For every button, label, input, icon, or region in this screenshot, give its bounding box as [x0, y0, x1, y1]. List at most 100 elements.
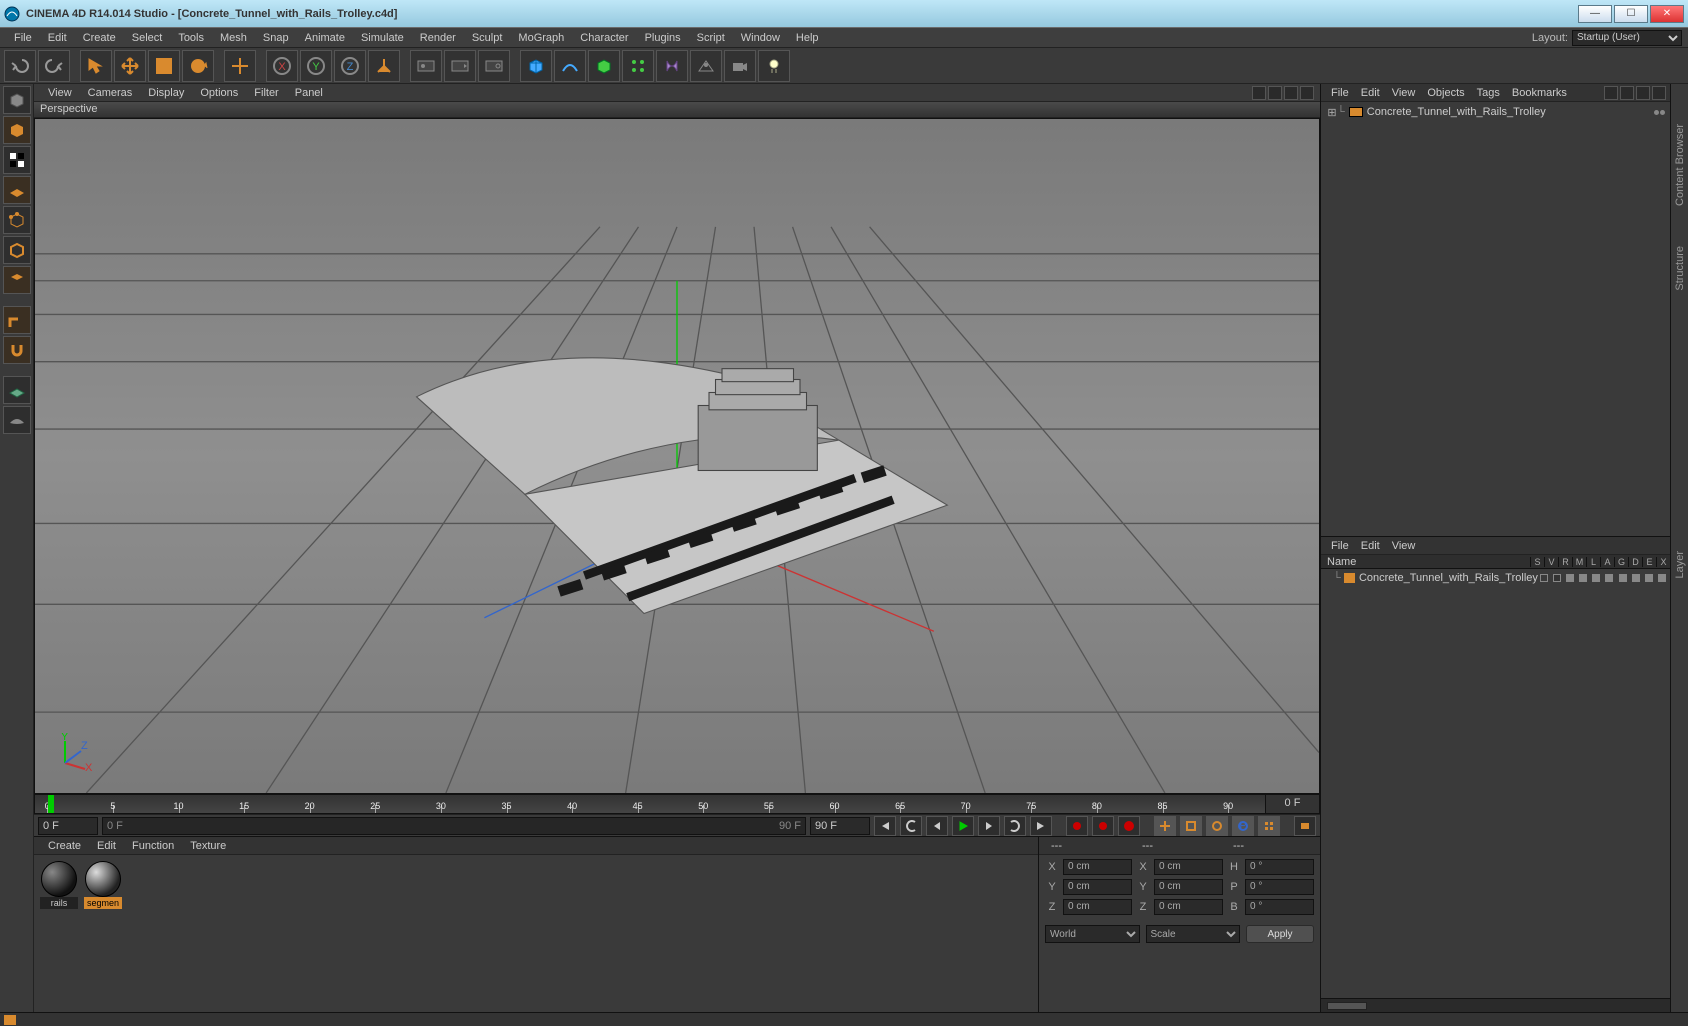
x-axis-lock-button[interactable]: X	[266, 50, 298, 82]
scale-key-icon[interactable]	[1180, 816, 1202, 836]
redo-button[interactable]	[38, 50, 70, 82]
column-header[interactable]: R	[1558, 557, 1572, 567]
position-key-icon[interactable]	[1154, 816, 1176, 836]
obj-filter-icon[interactable]	[1620, 86, 1634, 100]
object-tree-item[interactable]: ⊞ └ Concrete_Tunnel_with_Rails_Trolley	[1323, 104, 1668, 120]
z-axis-lock-button[interactable]: Z	[334, 50, 366, 82]
menu-character[interactable]: Character	[572, 30, 636, 46]
menu-mesh[interactable]: Mesh	[212, 30, 255, 46]
model-mode-icon[interactable]	[3, 86, 31, 114]
start-frame-field[interactable]: 0 F	[38, 817, 98, 835]
obj-menu-edit[interactable]: Edit	[1355, 87, 1386, 99]
material-slot[interactable]: segmen	[84, 861, 122, 1006]
scene-button[interactable]	[690, 50, 722, 82]
timeline[interactable]: 051015202530354045505560657075808590 0 F	[34, 794, 1320, 814]
filter-menu[interactable]: Filter	[246, 87, 286, 99]
coord-value-field[interactable]: 0 °	[1245, 879, 1314, 895]
scale-button[interactable]	[148, 50, 180, 82]
column-header[interactable]: A	[1600, 557, 1614, 567]
deformer-button[interactable]	[656, 50, 688, 82]
nurbs-button[interactable]	[588, 50, 620, 82]
horizontal-scrollbar[interactable]	[1321, 998, 1670, 1012]
point-mode-icon[interactable]	[3, 206, 31, 234]
menu-animate[interactable]: Animate	[297, 30, 353, 46]
view-nav-move-icon[interactable]	[1252, 86, 1266, 100]
minimize-button[interactable]: —	[1578, 5, 1612, 23]
layer-color-icon[interactable]	[1344, 573, 1355, 583]
sidetab-layer[interactable]: Layer	[1674, 551, 1686, 579]
menu-sculpt[interactable]: Sculpt	[464, 30, 511, 46]
menu-help[interactable]: Help	[788, 30, 827, 46]
render-picture-button[interactable]	[444, 50, 476, 82]
mat-menu-edit[interactable]: Edit	[89, 840, 124, 852]
layer-toggle-l[interactable]	[1590, 574, 1603, 582]
column-header[interactable]: E	[1642, 557, 1656, 567]
primitive-cube-button[interactable]	[520, 50, 552, 82]
soft-select-icon[interactable]	[3, 376, 31, 404]
next-frame-button[interactable]	[978, 816, 1000, 836]
menu-render[interactable]: Render	[412, 30, 464, 46]
view-nav-rotate-icon[interactable]	[1284, 86, 1298, 100]
spline-button[interactable]	[554, 50, 586, 82]
layer-toggle-v[interactable]	[1551, 574, 1564, 582]
timeline-cursor[interactable]	[48, 795, 54, 813]
visibility-dots-icon[interactable]	[1654, 110, 1668, 115]
recent-tool-button[interactable]	[224, 50, 256, 82]
viewport[interactable]: Y X Z	[34, 118, 1320, 794]
keyframe-sel-button[interactable]	[1118, 816, 1140, 836]
layer-toggle-e[interactable]	[1642, 574, 1655, 582]
coord-value-field[interactable]: 0 cm	[1063, 899, 1132, 915]
cameras-menu[interactable]: Cameras	[80, 87, 141, 99]
menu-snap[interactable]: Snap	[255, 30, 297, 46]
record-button[interactable]	[1066, 816, 1088, 836]
light-button[interactable]	[758, 50, 790, 82]
sidetab-content-browser[interactable]: Content Browser	[1674, 124, 1686, 206]
param-key-icon[interactable]: P	[1232, 816, 1254, 836]
mat-menu-function[interactable]: Function	[124, 840, 182, 852]
obj-search-icon[interactable]	[1604, 86, 1618, 100]
layer-toggle-g[interactable]	[1616, 574, 1629, 582]
obj-menu-bookmarks[interactable]: Bookmarks	[1506, 87, 1573, 99]
texture-mode-icon[interactable]	[3, 146, 31, 174]
coord-space-dropdown[interactable]: World	[1045, 925, 1140, 943]
snap-toggle-icon[interactable]	[3, 336, 31, 364]
workplane-mode-icon[interactable]	[3, 176, 31, 204]
column-header[interactable]: V	[1544, 557, 1558, 567]
axis-mode-icon[interactable]	[3, 306, 31, 334]
coord-value-field[interactable]: 0 cm	[1063, 859, 1132, 875]
obj-menu-tags[interactable]: Tags	[1471, 87, 1506, 99]
material-slot[interactable]: rails	[40, 861, 78, 1006]
coord-mode-dropdown[interactable]: Scale	[1146, 925, 1241, 943]
polygon-mode-icon[interactable]	[3, 266, 31, 294]
column-header[interactable]: L	[1586, 557, 1600, 567]
layer-toggle-d[interactable]	[1629, 574, 1642, 582]
menu-plugins[interactable]: Plugins	[637, 30, 689, 46]
menu-tools[interactable]: Tools	[170, 30, 212, 46]
prev-frame-button[interactable]	[926, 816, 948, 836]
view-toggle-panels-icon[interactable]	[1300, 86, 1314, 100]
view-menu[interactable]: View	[40, 87, 80, 99]
menu-window[interactable]: Window	[733, 30, 788, 46]
coord-system-button[interactable]	[368, 50, 400, 82]
menu-file[interactable]: File	[6, 30, 40, 46]
close-button[interactable]: ✕	[1650, 5, 1684, 23]
move-button[interactable]	[114, 50, 146, 82]
obj-menu-objects[interactable]: Objects	[1421, 87, 1470, 99]
obj-menu-view[interactable]: View	[1386, 87, 1422, 99]
layer-menu-view[interactable]: View	[1386, 540, 1422, 552]
mat-menu-create[interactable]: Create	[40, 840, 89, 852]
render-view-button[interactable]	[410, 50, 442, 82]
menu-simulate[interactable]: Simulate	[353, 30, 412, 46]
next-key-button[interactable]	[1004, 816, 1026, 836]
coord-value-field[interactable]: 0 cm	[1063, 879, 1132, 895]
end-frame-field[interactable]: 90 F	[810, 817, 870, 835]
layer-toggle-s[interactable]	[1538, 574, 1551, 582]
layer-toggle-r[interactable]	[1564, 574, 1577, 582]
layer-toggle-x[interactable]	[1655, 574, 1668, 582]
column-header[interactable]: S	[1530, 557, 1544, 567]
options-menu[interactable]: Options	[192, 87, 246, 99]
animation-mode-icon[interactable]	[1294, 816, 1316, 836]
expand-icon[interactable]: ⊞	[1327, 106, 1337, 119]
layout-dropdown[interactable]: Startup (User)	[1572, 30, 1682, 46]
coord-value-field[interactable]: 0 cm	[1154, 899, 1223, 915]
